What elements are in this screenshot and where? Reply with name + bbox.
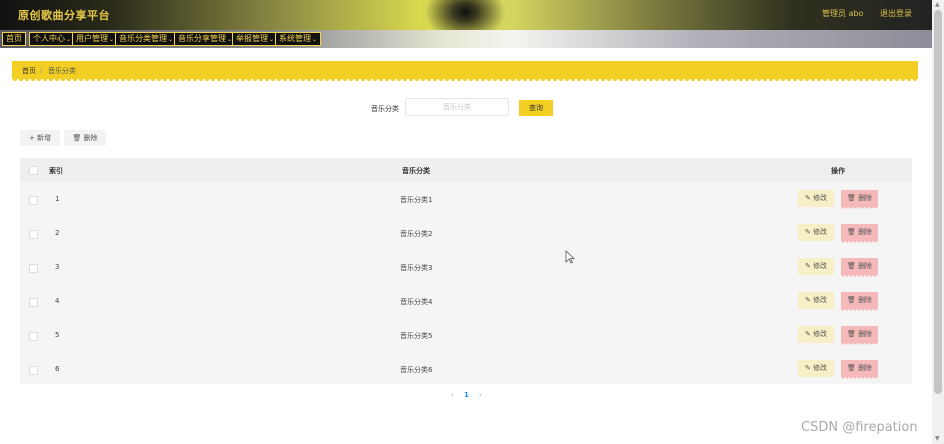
edit-icon: ✎ <box>804 364 811 372</box>
batch-delete-button[interactable]: 🗑 删除 <box>64 130 106 146</box>
scroll-thumb[interactable] <box>934 10 942 394</box>
top-header: 原创歌曲分享平台 管理员 abo 退出登录 <box>0 0 932 30</box>
edit-button[interactable]: ✎ 修改 <box>798 326 834 343</box>
row-index: 4 <box>55 297 60 305</box>
row-index: 5 <box>55 331 60 339</box>
pagination-prev[interactable]: ‹ <box>451 391 454 399</box>
chevron-down-icon: ⌄ <box>269 36 275 43</box>
trash-icon: 🗑 <box>846 262 856 270</box>
site-title: 原创歌曲分享平台 <box>18 9 110 22</box>
chevron-down-icon: ⌄ <box>66 36 72 43</box>
search-input[interactable] <box>405 98 509 116</box>
table-row: 5 音乐分类5 ✎ 修改 🗑 删除 <box>20 318 912 352</box>
table-row: 4 音乐分类4 ✎ 修改 🗑 删除 <box>20 284 912 318</box>
table-header: 索引 音乐分类 操作 <box>20 158 912 182</box>
delete-button[interactable]: 🗑 删除 <box>841 224 878 243</box>
delete-button[interactable]: 🗑 删除 <box>841 258 878 277</box>
mouse-cursor-icon <box>565 250 575 264</box>
edit-button[interactable]: ✎ 修改 <box>798 292 834 309</box>
edit-icon: ✎ <box>804 262 811 270</box>
header-index: 索引 <box>49 167 63 175</box>
nav-item-report-management[interactable]: 举报管理⌄ <box>232 32 279 46</box>
vertical-scrollbar[interactable]: ▲ ▼ <box>932 0 944 444</box>
delete-button[interactable]: 🗑 删除 <box>841 360 878 379</box>
row-category: 音乐分类6 <box>400 366 433 374</box>
row-checkbox[interactable] <box>29 366 38 375</box>
edit-icon: ✎ <box>804 194 811 202</box>
edit-button[interactable]: ✎ 修改 <box>798 258 834 275</box>
breadcrumb-current: 音乐分类 <box>48 67 76 75</box>
breadcrumb-home[interactable]: 首页 <box>22 66 36 76</box>
pagination-page[interactable]: 1 <box>464 391 469 399</box>
row-checkbox[interactable] <box>29 332 38 341</box>
row-checkbox[interactable] <box>29 196 38 205</box>
edit-button[interactable]: ✎ 修改 <box>798 224 834 241</box>
edit-icon: ✎ <box>804 296 811 304</box>
row-index: 2 <box>55 229 60 237</box>
edit-icon: ✎ <box>804 228 811 236</box>
trash-icon: 🗑 <box>846 194 856 202</box>
table-row: 6 音乐分类6 ✎ 修改 🗑 删除 <box>20 352 912 386</box>
row-index: 6 <box>55 365 60 373</box>
pagination-next[interactable]: › <box>479 391 482 399</box>
category-table: 索引 音乐分类 操作 1 音乐分类1 ✎ 修改 🗑 删除 2 音乐分类2 ✎ 修… <box>20 158 912 384</box>
row-checkbox[interactable] <box>29 264 38 273</box>
trash-icon: 🗑 <box>846 330 856 338</box>
user-greeting: 管理员 abo <box>822 9 864 18</box>
add-button[interactable]: + 新增 <box>20 130 60 146</box>
nav-item-system-management[interactable]: 系统管理⌄ <box>275 32 322 46</box>
trash-icon: 🗑 <box>846 228 856 236</box>
edit-button[interactable]: ✎ 修改 <box>798 360 834 377</box>
row-category: 音乐分类5 <box>400 332 433 340</box>
breadcrumb: 首页 / 音乐分类 <box>12 61 918 82</box>
delete-button[interactable]: 🗑 删除 <box>841 326 878 345</box>
row-checkbox[interactable] <box>29 230 38 239</box>
chevron-down-icon: ⌄ <box>109 36 115 43</box>
chevron-down-icon: ⌄ <box>168 36 174 43</box>
edit-icon: ✎ <box>804 330 811 338</box>
breadcrumb-separator: / <box>40 66 43 74</box>
nav-item-category-management[interactable]: 音乐分类管理⌄ <box>115 32 178 46</box>
row-category: 音乐分类1 <box>400 196 433 204</box>
table-row: 1 音乐分类1 ✎ 修改 🗑 删除 <box>20 182 912 216</box>
watermark: CSDN @firepation <box>801 420 918 435</box>
header-actions: 操作 <box>831 167 845 175</box>
scroll-up-icon[interactable]: ▲ <box>935 1 940 8</box>
header-category: 音乐分类 <box>402 167 430 175</box>
delete-button[interactable]: 🗑 删除 <box>841 190 878 209</box>
user-area: 管理员 abo 退出登录 <box>808 8 912 19</box>
logout-link[interactable]: 退出登录 <box>880 9 912 18</box>
nav-item-personal-center[interactable]: 个人中心⌄ <box>29 32 76 46</box>
row-index: 3 <box>55 263 60 271</box>
edit-button[interactable]: ✎ 修改 <box>798 190 834 207</box>
nav-item-user-management[interactable]: 用户管理⌄ <box>72 32 119 46</box>
row-category: 音乐分类4 <box>400 298 433 306</box>
chevron-down-icon: ⌄ <box>312 36 318 43</box>
row-category: 音乐分类3 <box>400 264 433 272</box>
scroll-down-icon[interactable]: ▼ <box>935 435 940 442</box>
table-row: 3 音乐分类3 ✎ 修改 🗑 删除 <box>20 250 912 284</box>
trash-icon: 🗑 <box>846 296 856 304</box>
nav-item-home[interactable]: 首页 <box>2 32 26 46</box>
row-category: 音乐分类2 <box>400 230 433 238</box>
search-label: 音乐分类 <box>371 105 399 113</box>
select-all-checkbox[interactable] <box>29 166 38 175</box>
nav-item-share-management[interactable]: 音乐分享管理⌄ <box>174 32 237 46</box>
trash-icon: 🗑 <box>72 134 82 142</box>
delete-button[interactable]: 🗑 删除 <box>841 292 878 311</box>
row-index: 1 <box>55 195 60 203</box>
row-checkbox[interactable] <box>29 298 38 307</box>
main-nav: 首页 个人中心⌄ 用户管理⌄ 音乐分类管理⌄ 音乐分享管理⌄ 举报管理⌄ 系统管… <box>0 30 932 48</box>
trash-icon: 🗑 <box>846 364 856 372</box>
search-button[interactable]: 查询 <box>519 100 553 116</box>
table-row: 2 音乐分类2 ✎ 修改 🗑 删除 <box>20 216 912 250</box>
